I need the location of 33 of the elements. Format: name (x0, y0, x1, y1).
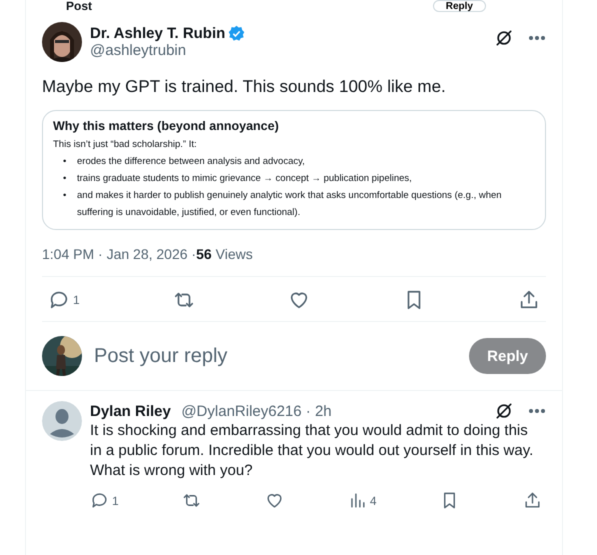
bullet-item: erodes the difference between analysis and advocacy, (77, 155, 305, 169)
author-handle[interactable]: @ashleytrubin (90, 42, 486, 59)
author-handle[interactable]: @DylanRiley6216 · 2h (181, 402, 332, 420)
reply-text: It is shocking and embarrassing that you would admit to doing this in a public forum. Incredible that you would out yourself in this way. What is wrong with you? (90, 421, 534, 481)
bullet-mark: • (63, 189, 68, 203)
bullet-mark: • (63, 155, 68, 169)
share-icon[interactable] (522, 491, 542, 510)
reply-button[interactable]: Reply (432, 0, 486, 12)
more-icon[interactable] (528, 408, 546, 414)
author-name[interactable]: Dylan Riley (90, 402, 171, 420)
repost-icon[interactable] (182, 491, 202, 510)
bullet-item: trains graduate students to mimic grievance → concept → publication pipelines, (77, 172, 412, 186)
share-icon[interactable] (518, 289, 540, 311)
views-count: 56 (196, 246, 212, 262)
more-icon[interactable] (528, 35, 546, 41)
post-timestamp[interactable]: 1:04 PM · Jan 28, 2026 · (42, 246, 196, 262)
default-avatar-icon[interactable] (42, 401, 82, 441)
card-heading: Why this matters (beyond annoyance) (53, 119, 280, 133)
card-intro: This isn’t just “bad scholarship.” It: (53, 139, 198, 150)
action-count: 1 (73, 293, 80, 307)
bullet-item: and makes it harder to publish genuinely analytic work that asks uncomfortable questions (e.g., when suffering is unavoidable, justified, or even functional). (77, 189, 503, 220)
slashed-circle-icon[interactable] (494, 401, 514, 421)
reply-icon[interactable] (48, 289, 70, 311)
author-name[interactable]: Dr. Ashley T. Rubin (90, 25, 226, 42)
post-text: Maybe my GPT is trained. This sounds 100% like me. (42, 76, 447, 98)
page-title: Post (66, 0, 94, 12)
heart-icon[interactable] (265, 491, 284, 510)
action-count: 4 (370, 494, 377, 508)
slashed-circle-icon[interactable] (494, 28, 514, 48)
reply-icon[interactable] (90, 491, 109, 510)
action-count: 1 (112, 494, 119, 508)
bullet-mark: • (63, 172, 68, 186)
views-label: Views (216, 246, 253, 262)
